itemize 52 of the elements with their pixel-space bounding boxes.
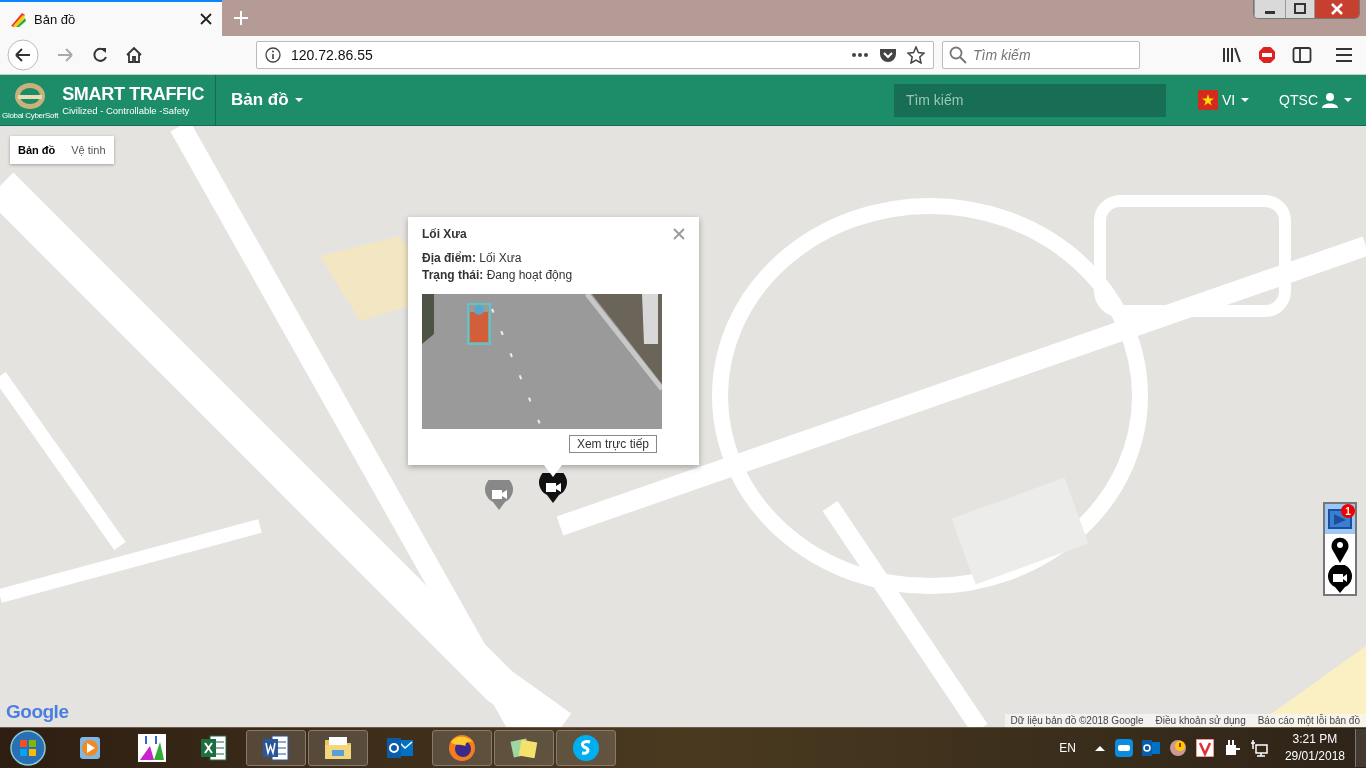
caret-icon — [1241, 98, 1250, 102]
clock-date[interactable]: 29/01/2018 — [1284, 748, 1345, 765]
clock-time[interactable]: 3:21 PM — [1284, 731, 1345, 748]
menu-icon[interactable] — [1335, 47, 1353, 63]
taskbar-app[interactable] — [432, 730, 492, 766]
more-icon[interactable] — [851, 52, 869, 58]
mail-tray-icon[interactable] — [1141, 739, 1160, 757]
music-app-icon — [136, 732, 168, 764]
close-icon[interactable] — [200, 13, 212, 25]
start-button[interactable] — [8, 728, 48, 768]
search-field[interactable]: Tìm kiếm — [893, 83, 1166, 117]
adblock-icon[interactable] — [1258, 46, 1276, 64]
antivirus-tray-icon[interactable] — [1195, 739, 1214, 757]
taskbar-app[interactable] — [556, 730, 616, 766]
show-hidden-icons[interactable] — [1093, 744, 1106, 752]
address-field[interactable]: 120.72.86.55 — [256, 41, 934, 69]
flag-icon — [1197, 90, 1218, 110]
caret-icon — [1344, 98, 1352, 102]
spreadsheet-icon — [198, 732, 230, 764]
new-tab-icon[interactable] — [233, 10, 249, 26]
chat-icon — [570, 732, 602, 764]
logo-caption: Global CyberSoft — [2, 110, 59, 120]
info-icon[interactable] — [265, 47, 281, 63]
pocket-icon[interactable] — [879, 47, 897, 63]
network-icon[interactable] — [1249, 739, 1268, 757]
user-icon — [1322, 92, 1338, 108]
search-field[interactable]: Tìm kiếm — [942, 41, 1140, 69]
warning-tray-icon[interactable] — [1168, 739, 1187, 757]
input-language[interactable]: EN — [1059, 741, 1076, 755]
sidebar-icon[interactable] — [1292, 46, 1312, 64]
back-icon[interactable] — [7, 39, 39, 71]
language-menu[interactable]: VI — [1197, 90, 1250, 110]
star-icon[interactable] — [907, 46, 925, 64]
search-icon — [949, 46, 967, 64]
taskbar-app[interactable] — [308, 730, 368, 766]
document-icon — [260, 732, 292, 764]
library-icon[interactable] — [1222, 46, 1242, 64]
browser-icon — [446, 732, 478, 764]
taskbar-app[interactable] — [246, 730, 306, 766]
favicon-icon — [10, 11, 26, 27]
caret-icon — [294, 98, 303, 102]
chat-tray-icon[interactable] — [1114, 739, 1133, 757]
reload-icon[interactable] — [91, 46, 109, 64]
map-menu[interactable]: Bản đồ — [231, 90, 303, 110]
home-icon[interactable] — [125, 46, 143, 64]
user-menu[interactable]: QTSC — [1279, 92, 1352, 108]
app-title: SMART TRAFFIC — [62, 84, 205, 105]
app-tagline: Civilized - Controllable -Safety — [62, 105, 191, 116]
show-desktop-button[interactable] — [1355, 729, 1366, 767]
browser-tab[interactable]: Bản đồ — [0, 0, 222, 36]
logo-icon — [13, 80, 48, 111]
taskbar-app[interactable] — [494, 730, 554, 766]
